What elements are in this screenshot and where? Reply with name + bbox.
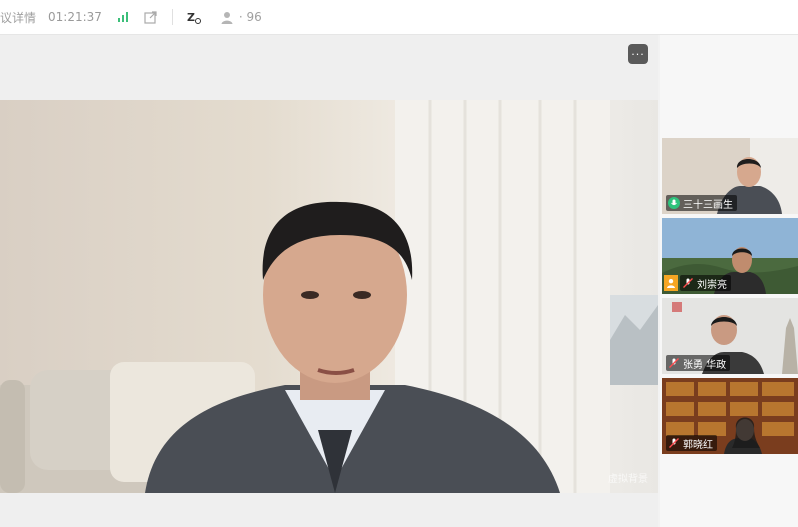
participant-tile[interactable]: 张勇 华政 (662, 298, 798, 374)
participant-name-label: 郭晓红 (666, 435, 717, 451)
participant-tile[interactable]: 郭晓红 (662, 378, 798, 454)
mic-muted-icon (668, 357, 680, 369)
participant-name: 张勇 华政 (683, 359, 727, 371)
participant-name: 郭晓红 (683, 439, 713, 451)
meeting-details-link[interactable]: 议详情 (0, 0, 36, 34)
mic-muted-icon (668, 437, 680, 449)
signal-strength-icon[interactable] (116, 10, 130, 24)
participant-sidebar: 三十三画生 刘崇亮 张勇 华政 郭晓红 (660, 35, 798, 527)
participant-tile[interactable]: 三十三画生 (662, 138, 798, 214)
participants-count: · 96 (238, 10, 262, 24)
person-icon (221, 10, 235, 24)
mic-muted-icon (682, 277, 694, 289)
topbar-divider (171, 9, 173, 25)
virtual-background-watermark: 虚拟背景 (608, 474, 648, 485)
participant-name: 刘崇亮 (697, 279, 727, 291)
participant-name-label: 张勇 华政 (666, 355, 731, 371)
main-video-area: ··· 虚拟背景 (0, 35, 658, 527)
mic-on-icon (668, 197, 680, 209)
participant-tile[interactable]: 刘崇亮 (662, 218, 798, 294)
participant-name-label: 三十三画生 (666, 195, 737, 211)
host-badge-icon (664, 275, 678, 291)
more-options-button[interactable]: ··· (628, 44, 648, 64)
meeting-topbar: 议详情 01:21:37 Z · 96 (0, 0, 798, 35)
main-speaker-video: 虚拟背景 (0, 100, 658, 493)
speaker-video-frame (0, 100, 658, 493)
participant-name: 三十三画生 (683, 199, 733, 211)
external-link-icon[interactable] (144, 10, 158, 24)
meeting-timer: 01:21:37 (48, 10, 102, 24)
participants-button[interactable]: · 96 (207, 10, 262, 24)
svg-text:Z: Z (187, 11, 195, 24)
recording-icon[interactable]: Z (187, 10, 201, 24)
participant-name-label: 刘崇亮 (680, 275, 731, 291)
